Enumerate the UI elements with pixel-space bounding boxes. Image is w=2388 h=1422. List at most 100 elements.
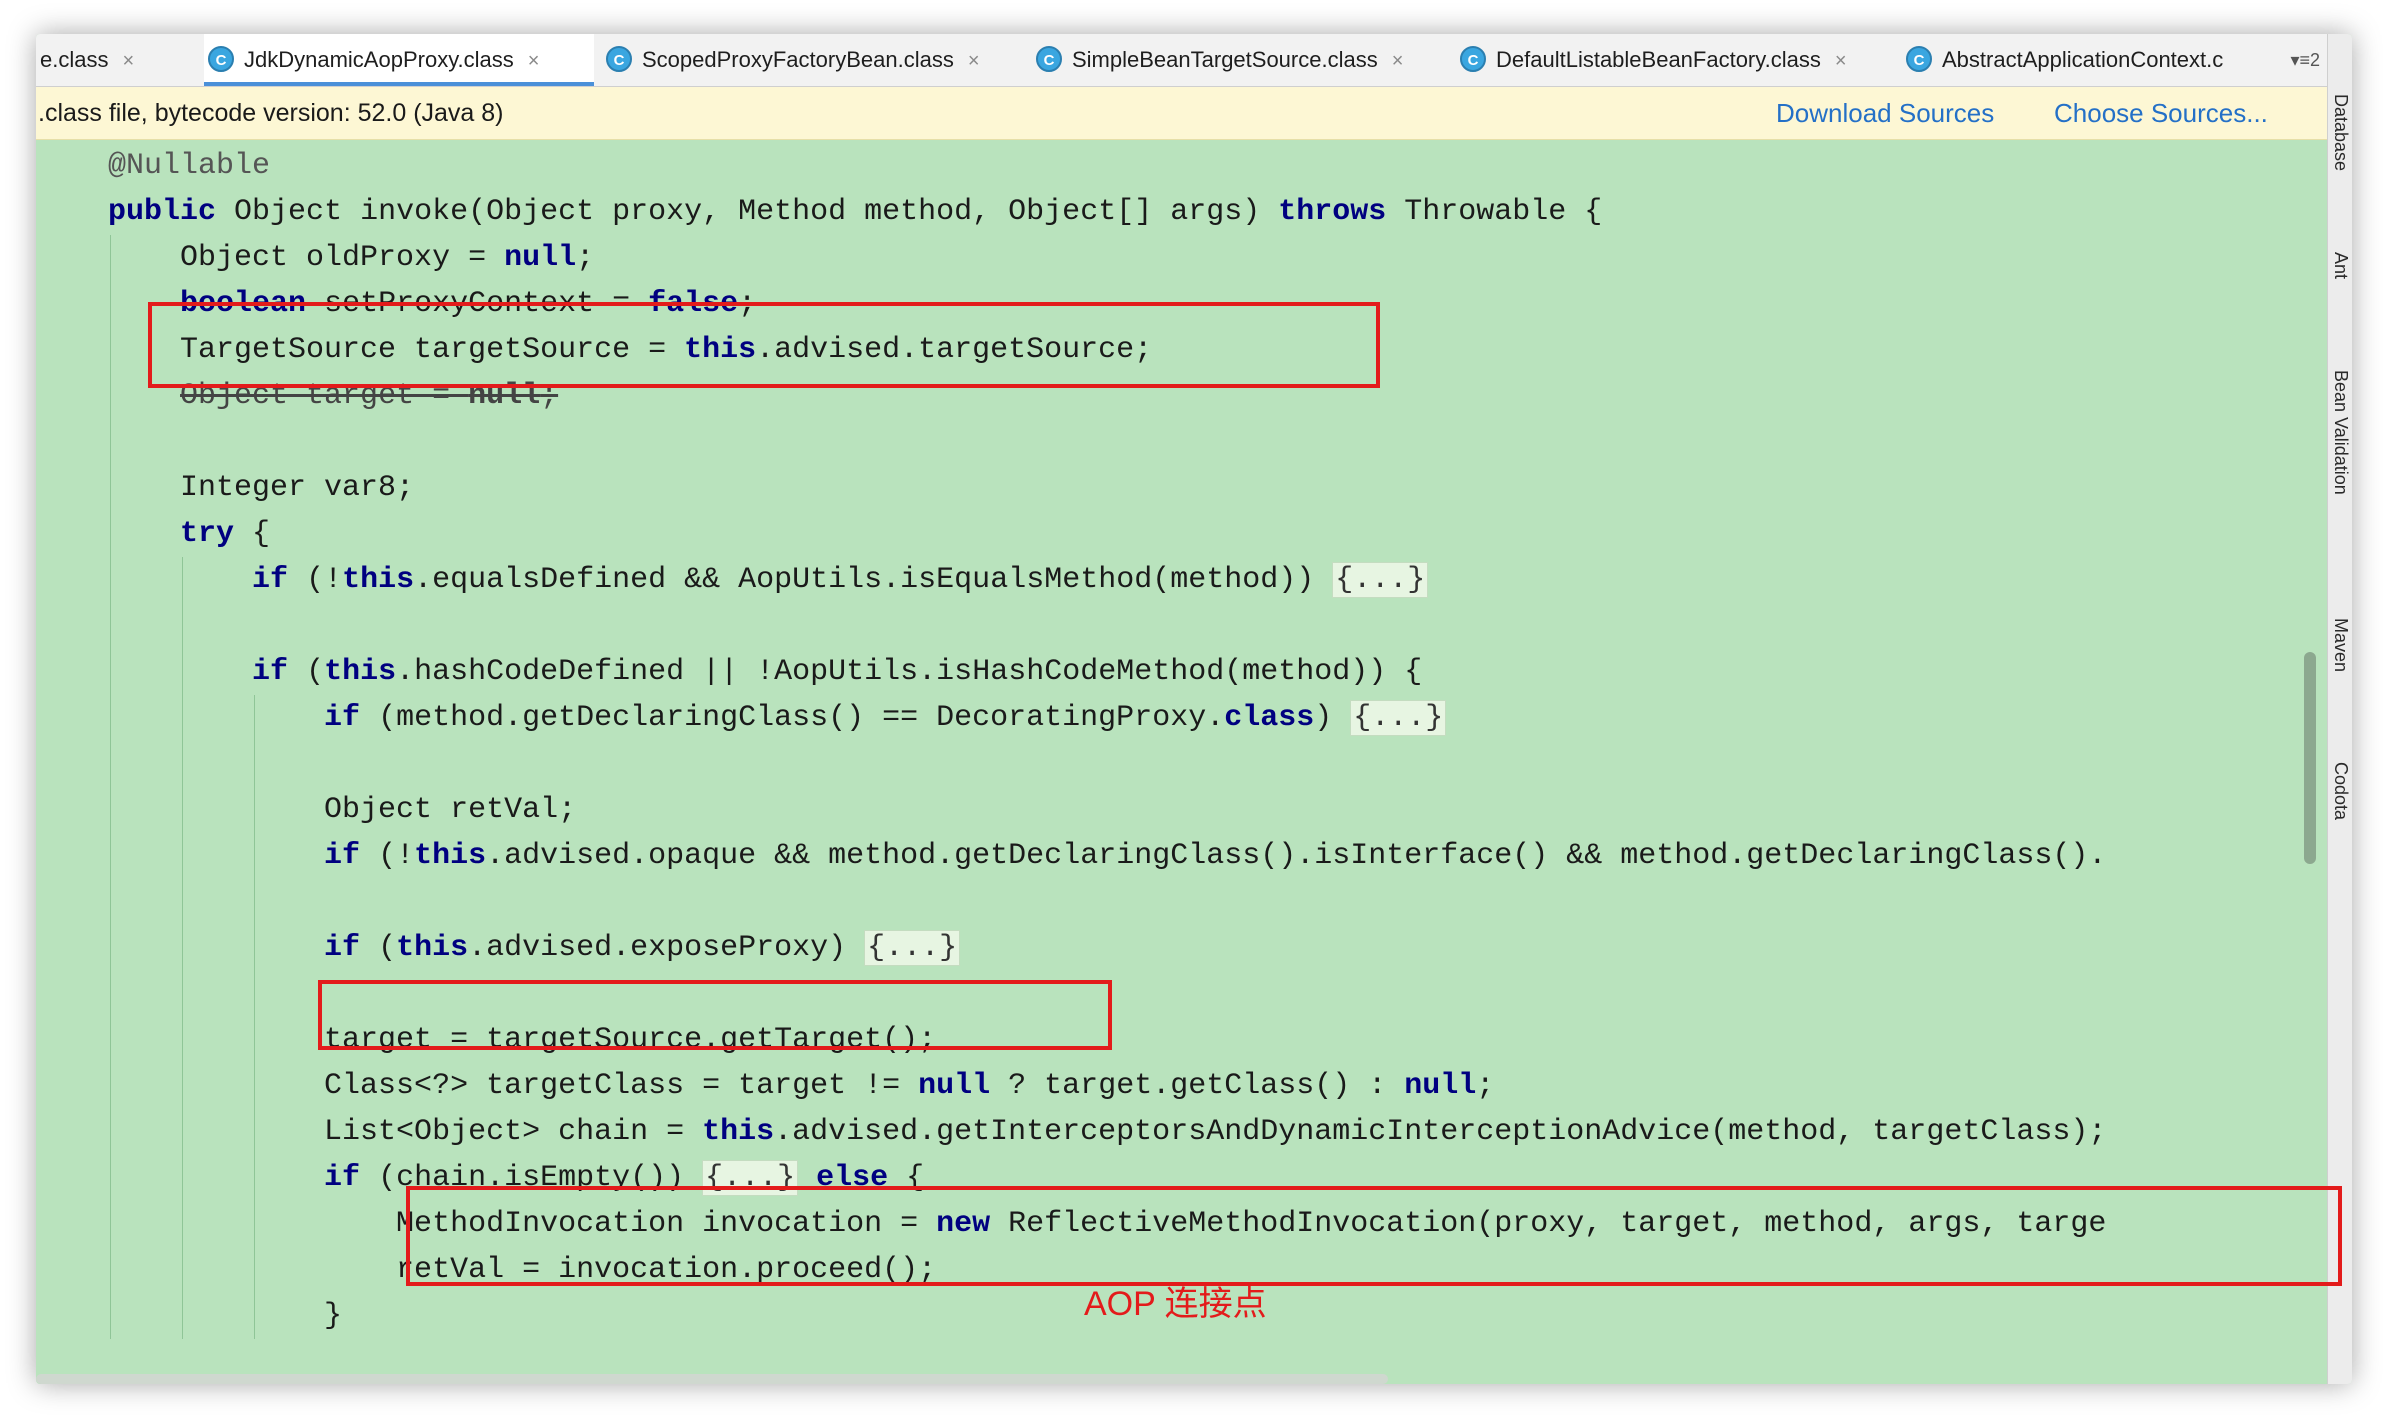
code-token: (method.getDeclaringClass() == Decoratin… (360, 701, 1225, 735)
code-token: null (918, 1069, 991, 1103)
class-file-icon: C (1906, 46, 1932, 73)
code-token: .hashCodeDefined || !AopUtils.isHashCode… (396, 655, 1423, 689)
code-token: if (324, 701, 361, 735)
code-token: if (324, 839, 361, 873)
tab-label: ScopedProxyFactoryBean.class (642, 47, 954, 72)
tab-defaultlistablebeanfactory[interactable]: C DefaultListableBeanFactory.class × (1450, 34, 1902, 86)
tab-overflow-icon[interactable]: ▾≡2 (2290, 34, 2328, 86)
code-token: Object retVal; (36, 793, 577, 827)
code-token: ( (360, 931, 397, 965)
tab-simplebeantargetsource[interactable]: C SimpleBeanTargetSource.class × (1026, 34, 1450, 86)
code-line: Class<?> targetClass = target != null ? … (36, 1063, 1494, 1109)
code-token: ? target.getClass() : (990, 1069, 1405, 1103)
code-token: try (180, 517, 235, 551)
code-token: (! (360, 839, 415, 873)
highlight-box-gettarget (318, 980, 1112, 1050)
code-line: try { (36, 511, 270, 557)
highlight-box-targetsource (148, 302, 1380, 388)
close-icon[interactable]: × (1835, 50, 1847, 72)
class-file-icon: C (208, 46, 234, 73)
tab-label: AbstractApplicationContext.c (1942, 47, 2224, 72)
code-line: if (this.hashCodeDefined || !AopUtils.is… (36, 649, 1422, 695)
code-token: this (396, 931, 469, 965)
code-token: null (1404, 1069, 1477, 1103)
code-line: public Object invoke(Object proxy, Metho… (36, 189, 1602, 235)
code-token: public (108, 195, 217, 229)
code-token: { (234, 517, 271, 551)
code-token: if (324, 1161, 361, 1195)
code-line: List<Object> chain = this.advised.getInt… (36, 1109, 2106, 1155)
tab-label: e.class (40, 47, 109, 72)
code-token: if (252, 563, 289, 597)
editor-tab-bar: e.class × C JdkDynamicAopProxy.class × C Sco… (36, 34, 2328, 87)
code-line: Object oldProxy = null; (36, 235, 594, 281)
code-token: Throwable { (1386, 195, 1603, 229)
code-token: .equalsDefined && AopUtils.isEqualsMetho… (414, 563, 1333, 597)
code-line: if (!this.advised.opaque && method.getDe… (36, 833, 2106, 879)
tab-truncated-class[interactable]: e.class × (36, 34, 204, 86)
folded-code-region[interactable]: {...} (1350, 700, 1447, 736)
code-token: ) (1314, 701, 1351, 735)
tool-window-ant[interactable]: Ant (2330, 252, 2351, 279)
code-token: this (324, 655, 397, 689)
choose-sources-link[interactable]: Choose Sources... (2054, 87, 2268, 139)
ide-window: e.class × C JdkDynamicAopProxy.class × C Sco… (36, 34, 2352, 1384)
tab-label: JdkDynamicAopProxy.class (244, 47, 514, 72)
code-line: if (!this.equalsDefined && AopUtils.isEq… (36, 557, 1429, 603)
tool-window-bean-validation[interactable]: Bean Validation (2330, 370, 2351, 495)
code-token: null (504, 241, 577, 275)
close-icon[interactable]: × (122, 50, 134, 72)
class-file-icon: C (1036, 46, 1062, 73)
tab-scopedproxyfactorybean[interactable]: C ScopedProxyFactoryBean.class × (594, 34, 1026, 86)
tool-window-maven[interactable]: Maven (2330, 618, 2351, 672)
code-token: throws (1278, 195, 1387, 229)
code-token: this (342, 563, 415, 597)
code-token: if (252, 655, 289, 689)
class-file-icon: C (606, 46, 632, 73)
code-token: ; (1476, 1069, 1495, 1103)
download-sources-link[interactable]: Download Sources (1776, 87, 1994, 139)
code-token: .advised.exposeProxy) (468, 931, 865, 965)
folded-code-region[interactable]: {...} (864, 930, 961, 966)
close-icon[interactable]: × (968, 50, 980, 72)
code-line: if (this.advised.exposeProxy) {...} (36, 925, 961, 971)
code-token: ; (576, 241, 595, 275)
right-tool-strip: Database Ant Bean Validation Maven Codot… (2327, 34, 2352, 1384)
class-file-icon: C (1460, 46, 1486, 73)
code-token: ( (288, 655, 325, 689)
aop-joinpoint-label: AOP 连接点 (1084, 1285, 1267, 1323)
tab-abstractapplicationcontext[interactable]: C AbstractApplicationContext.c (1902, 34, 2258, 86)
tool-window-database[interactable]: Database (2330, 94, 2351, 171)
code-line: @Nullable (36, 143, 270, 189)
folded-code-region[interactable]: {...} (1332, 562, 1429, 598)
code-token: if (324, 931, 361, 965)
close-icon[interactable]: × (528, 50, 540, 72)
code-line: Object retVal; (36, 787, 576, 833)
code-token: List<Object> chain = (36, 1115, 703, 1149)
highlight-box-invocation (406, 1186, 2342, 1286)
tab-label: SimpleBeanTargetSource.class (1072, 47, 1378, 72)
vertical-scrollbar[interactable] (2304, 652, 2316, 864)
code-token: Integer var8; (36, 471, 415, 505)
tool-window-codota[interactable]: Codota (2330, 762, 2351, 820)
notice-text: .class file, bytecode version: 52.0 (Jav… (38, 99, 504, 127)
code-token: .advised.getInterceptorsAndDynamicInterc… (774, 1115, 2107, 1149)
close-icon[interactable]: × (1392, 50, 1404, 72)
code-line: if (method.getDeclaringClass() == Decora… (36, 695, 1447, 741)
code-token: Object invoke(Object proxy, Method metho… (216, 195, 1279, 229)
code-token: .advised.opaque && method.getDeclaringCl… (486, 839, 2107, 873)
code-token: } (36, 1299, 343, 1333)
code-token: class (1224, 701, 1315, 735)
decompiled-notice-bar: .class file, bytecode version: 52.0 (Jav… (36, 87, 2328, 140)
code-token: Object oldProxy = (36, 241, 505, 275)
tab-jdkdynamicaopproxy[interactable]: C JdkDynamicAopProxy.class × (204, 34, 594, 86)
horizontal-scrollbar[interactable] (36, 1374, 1388, 1384)
tab-label: DefaultListableBeanFactory.class (1496, 47, 1821, 72)
